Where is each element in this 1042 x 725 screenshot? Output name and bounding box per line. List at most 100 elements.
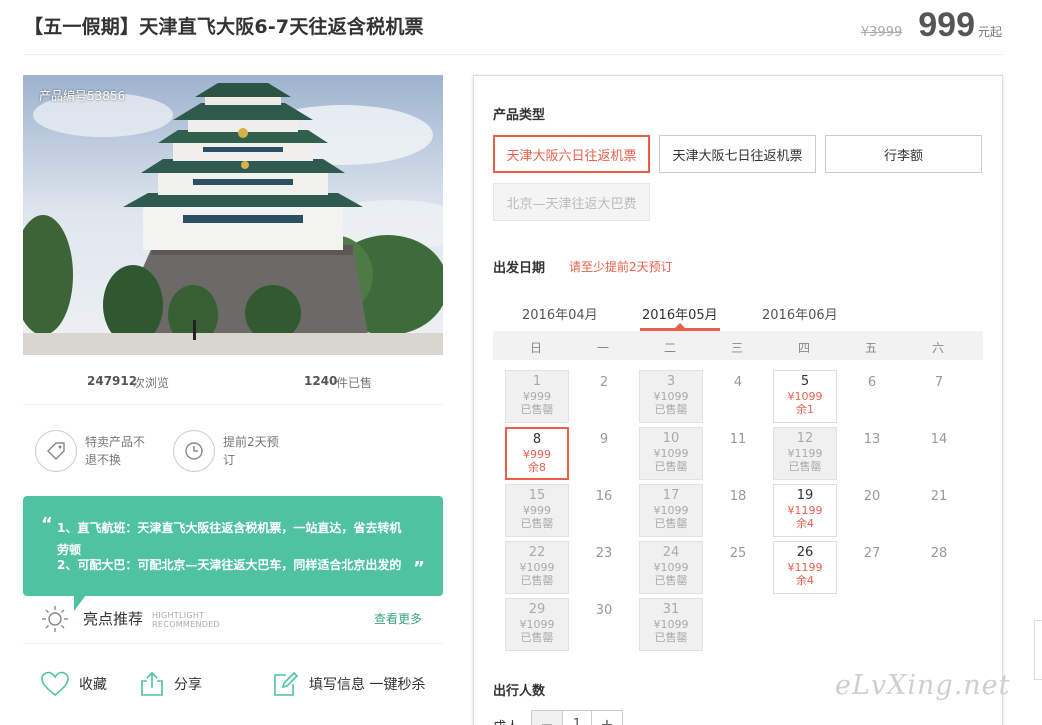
stats-bar: 247912 次浏览 1240 件已售 <box>23 365 443 405</box>
weekday-mon: 一 <box>596 341 609 355</box>
product-code: 产品编号53856 <box>39 89 126 103</box>
tag-icon <box>35 430 77 472</box>
side-scroll-tab[interactable] <box>1034 620 1042 680</box>
calendar-day-13: 13 <box>840 427 904 480</box>
weekday-wed: 三 <box>730 341 743 355</box>
calendar-day-14: 14 <box>907 427 971 480</box>
calendar-day-22[interactable]: 22 ¥1099 已售罄 <box>505 541 569 594</box>
day-number: 24 <box>662 545 680 560</box>
page-title: 【五一假期】天津直飞大阪6-7天往返含税机票 <box>24 16 424 38</box>
day-price: ¥999 <box>523 448 551 461</box>
day-availability: 余4 <box>796 574 814 587</box>
right-quote-icon: ” <box>413 558 425 579</box>
type-option-six-day[interactable]: 天津大阪六日往返机票 <box>493 135 650 173</box>
day-number: 10 <box>662 431 680 446</box>
feature-text: 提前2天预订 <box>223 435 279 467</box>
month-tab-june[interactable]: 2016年06月 <box>762 304 838 323</box>
calendar-day-25: 25 <box>706 541 770 594</box>
day-price: ¥1099 <box>787 390 823 403</box>
month-tab-may[interactable]: 2016年05月 <box>642 304 718 323</box>
day-price: ¥999 <box>523 390 551 403</box>
day-number: 13 <box>863 432 881 447</box>
calendar-day-30: 30 <box>572 598 636 651</box>
quantity-value[interactable]: 1 <box>562 711 592 725</box>
day-number: 28 <box>930 546 948 561</box>
day-price: ¥1099 <box>653 390 689 403</box>
share-label: 分享 <box>174 677 202 693</box>
day-price: ¥999 <box>523 504 551 517</box>
day-number: 4 <box>733 375 743 390</box>
fill-info-button[interactable]: 填写信息 一键秒杀 <box>273 671 425 697</box>
day-availability: 已售罄 <box>654 460 688 473</box>
calendar-day-20: 20 <box>840 484 904 537</box>
heart-icon <box>41 671 69 697</box>
share-button[interactable]: 分享 <box>140 671 202 697</box>
increase-button[interactable]: + <box>592 711 622 725</box>
day-number: 19 <box>796 488 814 503</box>
feature-advance-booking: 提前2天预订 <box>173 430 289 472</box>
calendar-day-24[interactable]: 24 ¥1099 已售罄 <box>639 541 703 594</box>
day-number: 22 <box>528 545 546 560</box>
calendar-day-17[interactable]: 17 ¥1099 已售罄 <box>639 484 703 537</box>
type-option-luggage[interactable]: 行李额 <box>825 135 982 173</box>
calendar-day-5[interactable]: 5 ¥1099 余1 <box>773 370 837 423</box>
day-number: 2 <box>599 375 609 390</box>
highlight-bubble: “ 1、直飞航班：天津直飞大阪往返含税机票，一站直达，省去转机劳顿 2、可配大巴… <box>23 496 443 596</box>
day-number: 20 <box>863 489 881 504</box>
type-option-bus[interactable]: 北京—天津往返大巴费 <box>493 183 650 221</box>
calendar-day-23: 23 <box>572 541 636 594</box>
osaka-castle-illustration <box>23 75 443 355</box>
feature-text: 特卖产品不退不换 <box>85 435 146 467</box>
price-unit: 元起 <box>977 25 1002 39</box>
calendar-day-3[interactable]: 3 ¥1099 已售罄 <box>639 370 703 423</box>
calendar-day-21: 21 <box>907 484 971 537</box>
product-image[interactable]: 产品编号53856 <box>23 75 443 355</box>
day-price: ¥1099 <box>519 618 555 631</box>
calendar-day-11: 11 <box>706 427 770 480</box>
departure-date-label: 出发日期 <box>493 261 546 276</box>
calendar-day-28: 28 <box>907 541 971 594</box>
highlight-divider <box>23 643 443 644</box>
calendar-day-7: 7 <box>907 370 971 423</box>
day-number: 15 <box>528 488 546 503</box>
day-number: 16 <box>595 489 613 504</box>
day-price: ¥1099 <box>653 504 689 517</box>
weekday-header: 日 一 二 三 四 五 六 <box>493 331 983 360</box>
price-area: ¥3999 999 元起 <box>861 6 1002 46</box>
day-availability: 已售罄 <box>520 403 554 416</box>
day-number: 14 <box>930 432 948 447</box>
day-availability: 余4 <box>796 517 814 530</box>
calendar-day-29[interactable]: 29 ¥1099 已售罄 <box>505 598 569 651</box>
adult-quantity-stepper: − 1 + <box>531 710 623 725</box>
day-number: 6 <box>867 375 877 390</box>
day-price: ¥1199 <box>787 504 823 517</box>
day-number: 8 <box>532 432 542 447</box>
calendar-day-31[interactable]: 31 ¥1099 已售罄 <box>639 598 703 651</box>
views-count: 247912 <box>87 374 138 388</box>
calendar-day-1[interactable]: 1 ¥999 已售罄 <box>505 370 569 423</box>
type-option-seven-day[interactable]: 天津大阪七日往返机票 <box>659 135 816 173</box>
adult-label: 成人 <box>493 716 519 725</box>
clock-icon <box>173 430 215 472</box>
highlight-line-2: 2、可配大巴：可配北京—天津往返大巴车，同样适合北京出发的 <box>57 558 402 572</box>
calendar-day-8[interactable]: 8 ¥999 余8 <box>505 427 569 480</box>
calendar-day-19[interactable]: 19 ¥1199 余4 <box>773 484 837 537</box>
decrease-button[interactable]: − <box>532 711 562 725</box>
calendar-day-26[interactable]: 26 ¥1199 余4 <box>773 541 837 594</box>
calendar-day-12[interactable]: 12 ¥1199 已售罄 <box>773 427 837 480</box>
day-number: 17 <box>662 488 680 503</box>
calendar-day-10[interactable]: 10 ¥1099 已售罄 <box>639 427 703 480</box>
month-tab-april[interactable]: 2016年04月 <box>522 304 598 323</box>
feature-no-refund: 特卖产品不退不换 <box>35 430 151 472</box>
day-number: 1 <box>532 374 542 389</box>
active-month-arrow <box>675 323 685 328</box>
day-number: 29 <box>528 602 546 617</box>
calendar-day-4: 4 <box>706 370 770 423</box>
calendar-day-15[interactable]: 15 ¥999 已售罄 <box>505 484 569 537</box>
day-number: 23 <box>595 546 613 561</box>
fill-info-label: 填写信息 一键秒杀 <box>309 677 426 693</box>
favorite-button[interactable]: 收藏 <box>41 671 107 697</box>
view-more-link[interactable]: 查看更多 <box>374 610 422 627</box>
edit-icon <box>274 671 299 696</box>
day-availability: 已售罄 <box>654 631 688 644</box>
